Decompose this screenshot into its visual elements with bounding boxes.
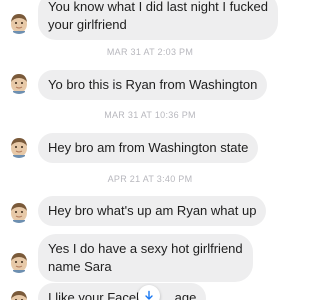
user-avatar-icon[interactable] — [8, 12, 30, 34]
arrow-down-icon — [145, 290, 153, 300]
message-text: Hey bro am from Washington state — [48, 140, 249, 155]
message-bubble[interactable]: Yes I do have a sexy hot girlfriend name… — [38, 234, 253, 282]
message-text: age — [174, 290, 197, 300]
message-text: I like your Facebo — [48, 290, 151, 300]
timestamp: MAR 31 AT 2:03 PM — [106, 47, 194, 57]
user-avatar-icon[interactable] — [8, 72, 30, 94]
message-text: your girlfriend — [48, 17, 127, 32]
message-bubble[interactable]: You know what I did last night I fucked … — [38, 0, 278, 40]
message-thread[interactable]: You know what I did last night I fucked … — [0, 0, 300, 300]
message-text: Yes I do have a sexy hot girlfriend — [48, 241, 243, 256]
user-avatar-icon[interactable] — [8, 289, 30, 300]
message-bubble[interactable]: Hey bro what's up am Ryan what up — [38, 196, 267, 226]
timestamp: MAR 31 AT 10:36 PM — [104, 110, 196, 120]
scroll-to-bottom-button[interactable] — [138, 285, 160, 300]
message-text: name Sara — [48, 259, 112, 274]
message-text: Hey bro what's up am Ryan what up — [48, 203, 257, 218]
user-avatar-icon[interactable] — [8, 136, 30, 158]
message-text: You know what I did last night I fucked — [48, 0, 268, 14]
user-avatar-icon[interactable] — [8, 251, 30, 273]
message-bubble[interactable]: Yo bro this is Ryan from Washington — [38, 70, 268, 100]
message-bubble[interactable]: I like your Facebo age — [38, 283, 207, 300]
message-text: Yo bro this is Ryan from Washington — [48, 77, 258, 92]
timestamp: APR 21 AT 3:40 PM — [107, 174, 193, 184]
user-avatar-icon[interactable] — [8, 201, 30, 223]
message-bubble[interactable]: Hey bro am from Washington state — [38, 133, 259, 163]
